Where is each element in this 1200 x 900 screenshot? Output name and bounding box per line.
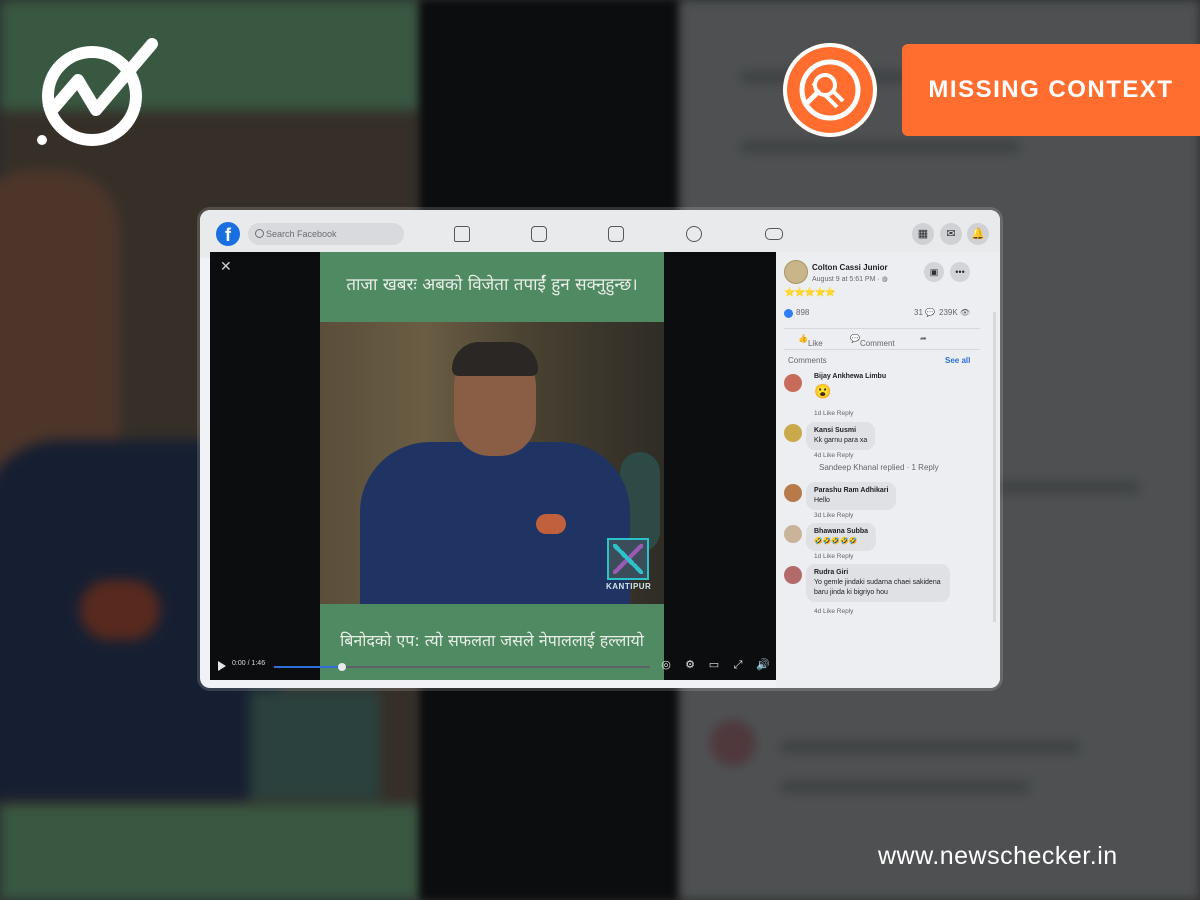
marketplace-icon[interactable] — [608, 226, 624, 242]
likes-count[interactable]: 898 — [796, 308, 809, 317]
magnifier-badge-icon — [783, 43, 877, 137]
settings-gear-icon[interactable]: ⚙ — [684, 659, 696, 671]
facebook-topbar: f Search Facebook ▦ ✉ 🔔 — [200, 210, 1000, 258]
volume-icon[interactable]: 🔊 — [756, 659, 770, 671]
save-post-icon[interactable]: ▣ — [924, 262, 944, 282]
like-reaction-icon — [784, 309, 793, 318]
video-player[interactable]: ✕ ताजा खबरः अबको विजेता तपाईं हुन सक्नुह… — [210, 252, 776, 680]
search-input[interactable]: Search Facebook — [248, 223, 404, 245]
facebook-window: f Search Facebook ▦ ✉ 🔔 ✕ ताजा खबरः अबको… — [200, 210, 1000, 688]
share-icon[interactable]: ➦ — [920, 334, 927, 343]
comment-meta[interactable]: 4d Like Reply — [814, 608, 853, 615]
video-frame[interactable]: ताजा खबरः अबको विजेता तपाईं हुन सक्नुहुन… — [320, 252, 664, 680]
post-header: Colton Cassi Junior August 9 at 5:61 PM … — [784, 260, 994, 300]
kantipur-text: KANTIPUR — [606, 582, 652, 591]
comments-count[interactable]: 31 💬 — [914, 308, 935, 317]
notifications-bell-icon[interactable]: 🔔 — [967, 223, 989, 245]
captions-icon[interactable]: ◎ — [660, 659, 672, 671]
see-all-link[interactable]: See all — [945, 356, 970, 365]
replies-link[interactable]: Sandeep Khanal replied · 1 Reply — [819, 463, 939, 472]
comments-header: Comments — [788, 356, 827, 365]
avatar[interactable] — [784, 525, 802, 543]
avatar[interactable] — [784, 260, 808, 284]
picture-in-picture-icon[interactable]: ▭ — [708, 659, 720, 671]
comment-bubble: Bijay Ankhewa Limbu 😮 — [814, 373, 887, 399]
facebook-logo-icon[interactable]: f — [216, 222, 240, 246]
kantipur-logo-icon — [607, 538, 649, 580]
seek-handle[interactable] — [337, 663, 346, 671]
comment-meta[interactable]: 3d Like Reply — [814, 512, 853, 519]
comment-bubble: Bhawana Subba 🤣🤣🤣🤣🤣 — [806, 523, 877, 551]
gaming-icon[interactable] — [765, 228, 783, 240]
home-icon[interactable] — [454, 226, 470, 242]
post-actions: 👍 Like 💬 Comment ➦ — [784, 328, 980, 350]
video-headline-top: ताजा खबरः अबको विजेता तपाईं हुन सक्नुहुन… — [320, 252, 664, 322]
post-stats: 898 31 💬 239K 👁 — [784, 308, 994, 322]
comment-button[interactable]: 💬 Comment — [850, 334, 895, 348]
globe-icon: ◍ — [881, 276, 888, 283]
play-icon[interactable] — [218, 661, 226, 671]
more-options-icon[interactable]: ••• — [950, 262, 970, 282]
site-url: www.newschecker.in — [878, 842, 1118, 870]
comment-meta[interactable]: 1d Like Reply — [814, 553, 853, 560]
menu-grid-icon[interactable]: ▦ — [912, 223, 934, 245]
fullscreen-icon[interactable]: ⤢ — [732, 659, 744, 671]
kantipur-watermark: KANTIPUR — [606, 538, 652, 592]
search-placeholder: Search Facebook — [266, 229, 337, 239]
close-icon[interactable]: ✕ — [220, 258, 232, 275]
post-text: ⭐⭐⭐⭐⭐ — [784, 287, 836, 297]
messenger-icon[interactable]: ✉ — [940, 223, 962, 245]
avatar[interactable] — [784, 424, 802, 442]
watch-icon[interactable] — [531, 226, 547, 242]
video-time: 0:00 / 1:46 — [232, 660, 266, 667]
search-icon — [255, 229, 264, 238]
video-controls: 0:00 / 1:46 ◎ ⚙ ▭ ⤢ 🔊 — [210, 656, 776, 680]
comment-bubble: Parashu Ram Adhikari Hello — [806, 482, 897, 510]
newschecker-logo-icon — [37, 38, 158, 146]
avatar[interactable] — [784, 374, 802, 392]
groups-icon[interactable] — [686, 226, 702, 242]
comment-meta[interactable]: 4d Like Reply — [814, 452, 853, 459]
avatar[interactable] — [784, 566, 802, 584]
seek-bar[interactable] — [274, 663, 650, 671]
like-button[interactable]: 👍 Like — [798, 334, 823, 348]
comment-bubble: Rudra Giri Yo gemle jindaki sudarna chaei… — [806, 564, 950, 602]
post-date: August 9 at 5:61 PM · ◍ — [812, 276, 888, 283]
seek-progress — [274, 666, 342, 668]
comments-scrollbar[interactable] — [993, 312, 996, 622]
post-author[interactable]: Colton Cassi Junior — [812, 263, 888, 272]
post-panel: Colton Cassi Junior August 9 at 5:61 PM … — [776, 252, 1000, 688]
missing-context-label: MISSING CONTEXT — [902, 44, 1200, 136]
avatar[interactable] — [784, 484, 802, 502]
comment-meta[interactable]: 1d Like Reply — [814, 410, 853, 417]
comment-bubble: Kansi Susmi Kk garnu para xa — [806, 422, 876, 450]
views-count: 239K 👁 — [939, 308, 971, 317]
